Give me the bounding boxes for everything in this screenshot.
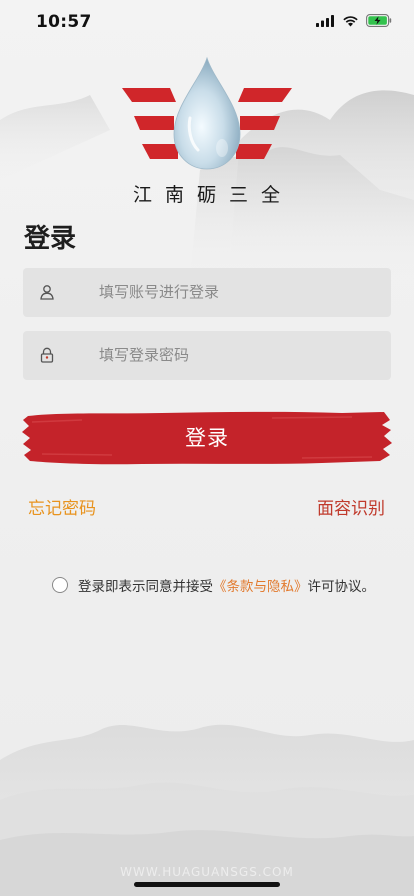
password-field[interactable]: 填写登录密码: [23, 331, 391, 380]
account-field[interactable]: 填写账号进行登录: [23, 268, 391, 317]
battery-charging-icon: [366, 14, 392, 27]
login-button-label: 登录: [185, 426, 229, 450]
cellular-signal-icon: [316, 14, 334, 27]
password-placeholder: 填写登录密码: [99, 346, 190, 364]
lock-icon: [40, 347, 54, 363]
agreement-suffix: 许可协议。: [307, 579, 376, 595]
agreement-checkbox[interactable]: [52, 577, 68, 593]
agreement-prefix: 登录即表示同意并接受: [78, 579, 213, 595]
terms-privacy-link[interactable]: 《条款与隐私》: [213, 575, 308, 595]
app-logo: [122, 56, 292, 170]
watermark: WWW.HUAGUANSGS.COM: [120, 865, 294, 879]
status-bar: 10:57: [0, 0, 414, 44]
login-button[interactable]: 登录: [22, 408, 392, 468]
forgot-password-link[interactable]: 忘记密码: [28, 494, 96, 519]
agreement-row: 登录即表示同意并接受 《条款与隐私》 许可协议。: [52, 575, 375, 595]
wifi-icon: [343, 15, 358, 26]
face-id-link[interactable]: 面容识别: [317, 494, 385, 519]
brand-name: 江南砺三全: [132, 184, 293, 206]
status-time: 10:57: [36, 12, 92, 32]
user-icon: [40, 285, 54, 300]
status-icons: [316, 14, 392, 27]
page-title: 登录: [24, 224, 77, 254]
account-placeholder: 填写账号进行登录: [99, 283, 220, 301]
home-indicator[interactable]: [134, 882, 280, 887]
